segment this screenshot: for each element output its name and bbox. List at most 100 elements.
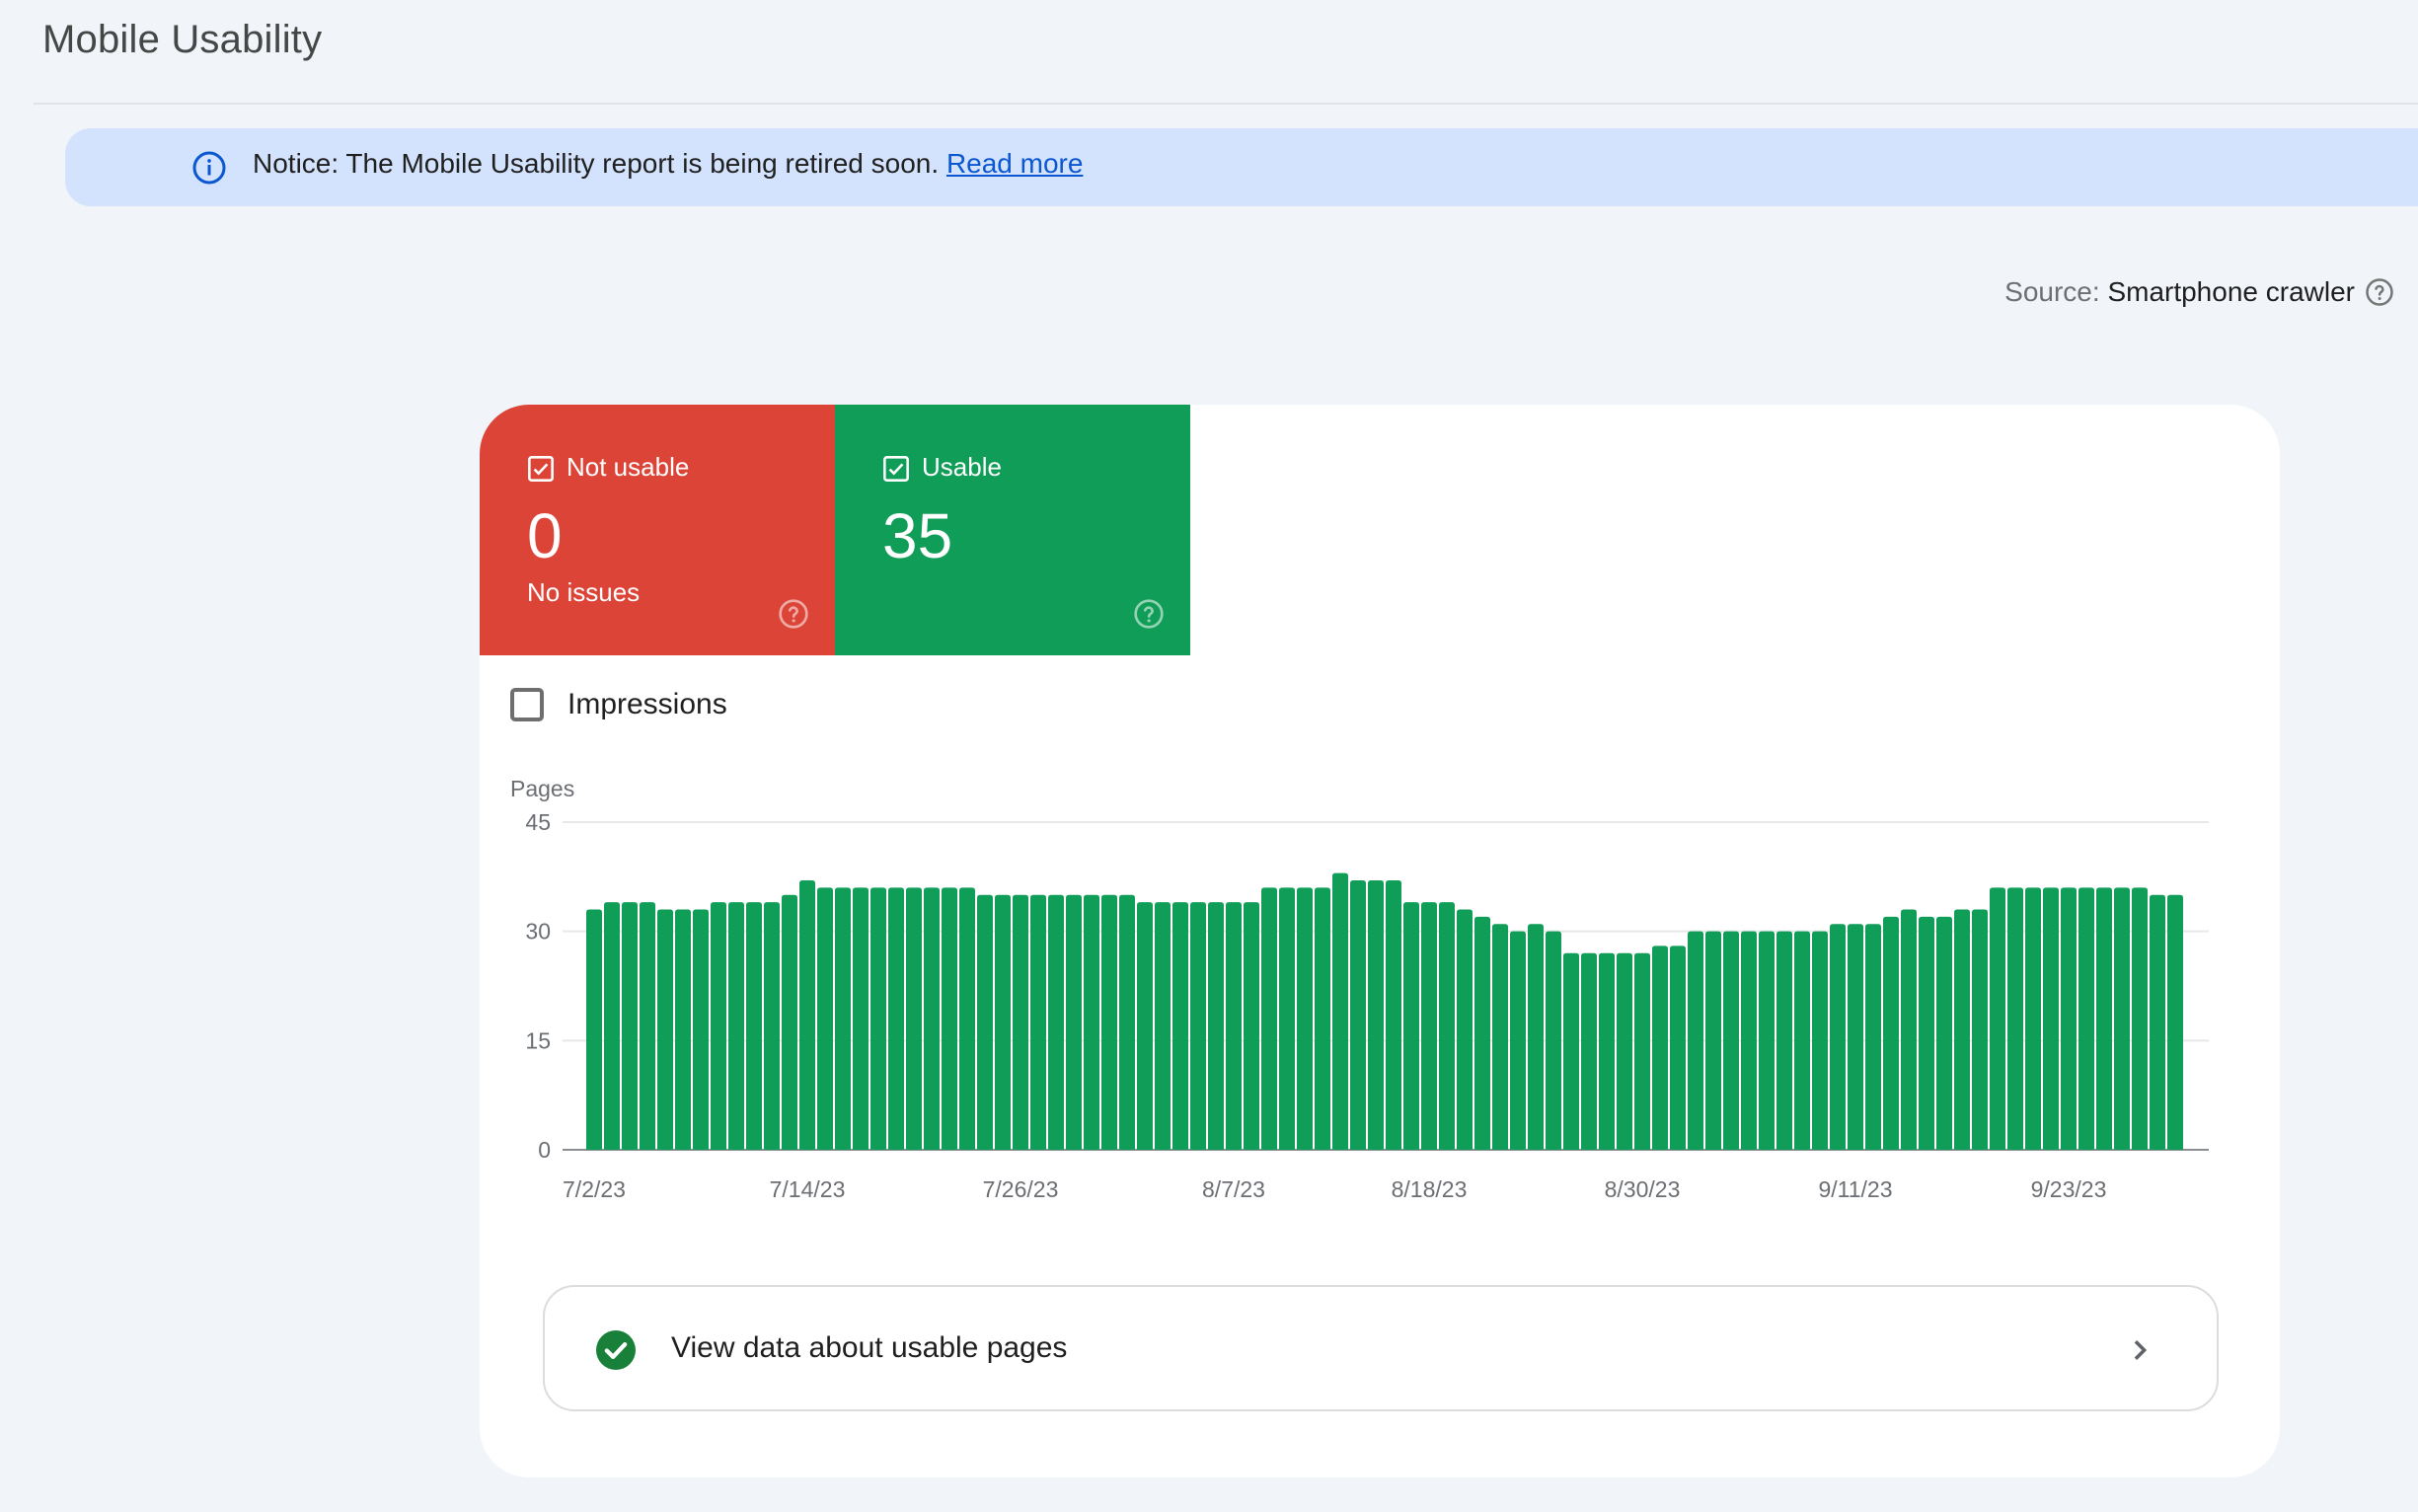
bar[interactable]: [2167, 894, 2183, 1150]
bar[interactable]: [1439, 902, 1455, 1150]
bar[interactable]: [1279, 887, 1295, 1150]
bar[interactable]: [1030, 894, 1046, 1150]
bar[interactable]: [1812, 931, 1828, 1150]
bar[interactable]: [622, 902, 638, 1150]
bar[interactable]: [1066, 894, 1082, 1150]
bar[interactable]: [782, 894, 797, 1150]
bar[interactable]: [1954, 909, 1970, 1150]
bar[interactable]: [1297, 887, 1313, 1150]
bar[interactable]: [1652, 945, 1668, 1150]
bar[interactable]: [1101, 894, 1117, 1150]
bar[interactable]: [2025, 887, 2041, 1150]
bar[interactable]: [1936, 916, 1952, 1150]
bar[interactable]: [1972, 909, 1988, 1150]
bar[interactable]: [1546, 931, 1561, 1150]
bar[interactable]: [640, 902, 655, 1150]
bar[interactable]: [1581, 952, 1597, 1150]
bar[interactable]: [657, 909, 673, 1150]
bar[interactable]: [711, 902, 726, 1150]
bar[interactable]: [1599, 952, 1615, 1150]
help-circle-icon[interactable]: [2365, 277, 2394, 307]
bar[interactable]: [1421, 902, 1437, 1150]
bar[interactable]: [2096, 887, 2112, 1150]
bar[interactable]: [1190, 902, 1206, 1150]
help-circle-icon[interactable]: [778, 598, 809, 630]
bar[interactable]: [1794, 931, 1810, 1150]
bar[interactable]: [1155, 902, 1171, 1150]
bar[interactable]: [746, 902, 762, 1150]
bar[interactable]: [1084, 894, 1099, 1150]
bar[interactable]: [675, 909, 691, 1150]
bar[interactable]: [1705, 931, 1721, 1150]
bar[interactable]: [959, 887, 975, 1150]
bar[interactable]: [1759, 931, 1775, 1150]
bar[interactable]: [2150, 894, 2165, 1150]
bar[interactable]: [2043, 887, 2059, 1150]
bar[interactable]: [906, 887, 922, 1150]
bar[interactable]: [2078, 887, 2094, 1150]
usable-tile[interactable]: Usable 35: [835, 405, 1190, 655]
bar[interactable]: [1617, 952, 1632, 1150]
checkbox-checked-icon[interactable]: [527, 455, 555, 483]
bar[interactable]: [1226, 902, 1242, 1150]
bar[interactable]: [1172, 902, 1188, 1150]
bar[interactable]: [1013, 894, 1028, 1150]
checkbox-checked-icon[interactable]: [882, 455, 910, 483]
bar[interactable]: [1741, 931, 1757, 1150]
not-usable-tile[interactable]: Not usable 0 No issues: [480, 405, 835, 655]
bar[interactable]: [2132, 887, 2148, 1150]
bar[interactable]: [817, 887, 833, 1150]
bar[interactable]: [2007, 887, 2023, 1150]
bar[interactable]: [1119, 894, 1135, 1150]
bar[interactable]: [995, 894, 1011, 1150]
view-usable-pages-button[interactable]: View data about usable pages: [543, 1285, 2219, 1411]
bar[interactable]: [1332, 872, 1348, 1150]
bar[interactable]: [1510, 931, 1526, 1150]
bar[interactable]: [1634, 952, 1650, 1150]
bar[interactable]: [1670, 945, 1686, 1150]
bar[interactable]: [835, 887, 851, 1150]
bar[interactable]: [888, 887, 904, 1150]
bar[interactable]: [1244, 902, 1259, 1150]
bar[interactable]: [1474, 916, 1490, 1150]
bar[interactable]: [2061, 887, 2077, 1150]
bar[interactable]: [1723, 931, 1739, 1150]
bar[interactable]: [1261, 887, 1277, 1150]
bar[interactable]: [1883, 916, 1899, 1150]
impressions-checkbox[interactable]: [510, 688, 544, 721]
impressions-toggle[interactable]: Impressions: [510, 688, 727, 721]
bar[interactable]: [1368, 880, 1384, 1150]
bar[interactable]: [942, 887, 957, 1150]
bar[interactable]: [1990, 887, 2005, 1150]
bar[interactable]: [1048, 894, 1064, 1150]
bar[interactable]: [1208, 902, 1224, 1150]
bar[interactable]: [1776, 931, 1792, 1150]
bar[interactable]: [870, 887, 886, 1150]
bar[interactable]: [799, 880, 815, 1150]
bar[interactable]: [1919, 916, 1934, 1150]
bar[interactable]: [1688, 931, 1703, 1150]
bar[interactable]: [1492, 924, 1508, 1150]
bar[interactable]: [1865, 924, 1881, 1150]
bar[interactable]: [764, 902, 780, 1150]
bar[interactable]: [1830, 924, 1846, 1150]
bar[interactable]: [853, 887, 869, 1150]
bar[interactable]: [1528, 924, 1544, 1150]
bar[interactable]: [1848, 924, 1863, 1150]
bar[interactable]: [1901, 909, 1917, 1150]
help-circle-icon[interactable]: [1133, 598, 1165, 630]
bar[interactable]: [977, 894, 993, 1150]
bar[interactable]: [2114, 887, 2130, 1150]
bar[interactable]: [1457, 909, 1473, 1150]
bar[interactable]: [1315, 887, 1330, 1150]
bar[interactable]: [924, 887, 940, 1150]
bar[interactable]: [1386, 880, 1401, 1150]
bar[interactable]: [693, 909, 709, 1150]
bar[interactable]: [1350, 880, 1366, 1150]
bar[interactable]: [1137, 902, 1153, 1150]
bar[interactable]: [586, 909, 602, 1150]
bar[interactable]: [604, 902, 620, 1150]
bar[interactable]: [1563, 952, 1579, 1150]
bar[interactable]: [728, 902, 744, 1150]
read-more-link[interactable]: Read more: [946, 148, 1084, 179]
